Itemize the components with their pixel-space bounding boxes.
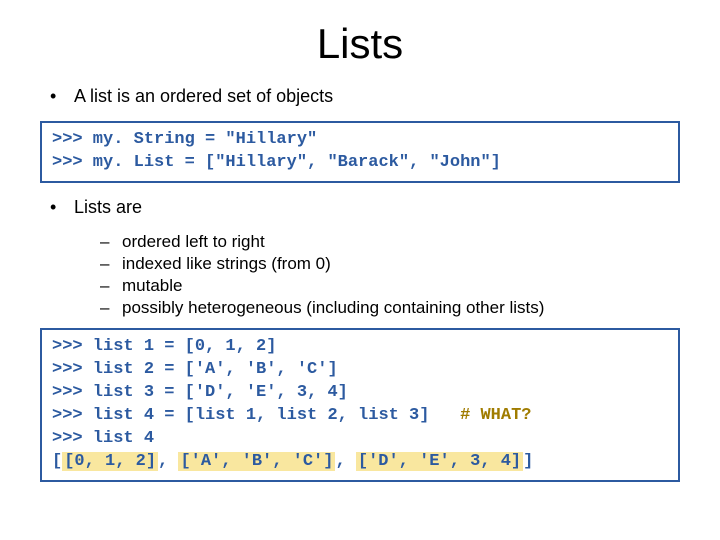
sub-bullet: ordered left to right xyxy=(100,232,680,252)
code-line: >>> my. List = ["Hillary", "Barack", "Jo… xyxy=(52,153,501,172)
code-line: >>> list 4 = [list 1, list 2, list 3] xyxy=(52,406,460,425)
code-output: [ xyxy=(52,452,62,471)
code-output-list: ['D', 'E', 3, 4] xyxy=(356,452,523,471)
slide-title: Lists xyxy=(40,20,680,68)
code-output-list: [0, 1, 2] xyxy=(62,452,158,471)
code-comment: # WHAT? xyxy=(460,406,531,425)
sub-bullet: mutable xyxy=(100,276,680,296)
sub-bullet: possibly heterogeneous (including contai… xyxy=(100,298,680,318)
code-output: , xyxy=(335,452,355,471)
code-line: >>> list 3 = ['D', 'E', 3, 4] xyxy=(52,383,348,402)
code-block-1: >>> my. String = "Hillary" >>> my. List … xyxy=(40,121,680,183)
code-line: >>> list 4 xyxy=(52,429,154,448)
code-line: >>> list 2 = ['A', 'B', 'C'] xyxy=(52,360,338,379)
code-output: ] xyxy=(523,452,533,471)
code-line: >>> list 1 = [0, 1, 2] xyxy=(52,337,276,356)
code-output-list: ['A', 'B', 'C'] xyxy=(178,452,335,471)
sub-bullet: indexed like strings (from 0) xyxy=(100,254,680,274)
code-block-2: >>> list 1 = [0, 1, 2] >>> list 2 = ['A'… xyxy=(40,328,680,482)
code-output: , xyxy=(158,452,178,471)
code-line: >>> my. String = "Hillary" xyxy=(52,130,317,149)
bullet-lists-are: Lists are xyxy=(50,197,680,218)
bullet-definition: A list is an ordered set of objects xyxy=(50,86,680,107)
